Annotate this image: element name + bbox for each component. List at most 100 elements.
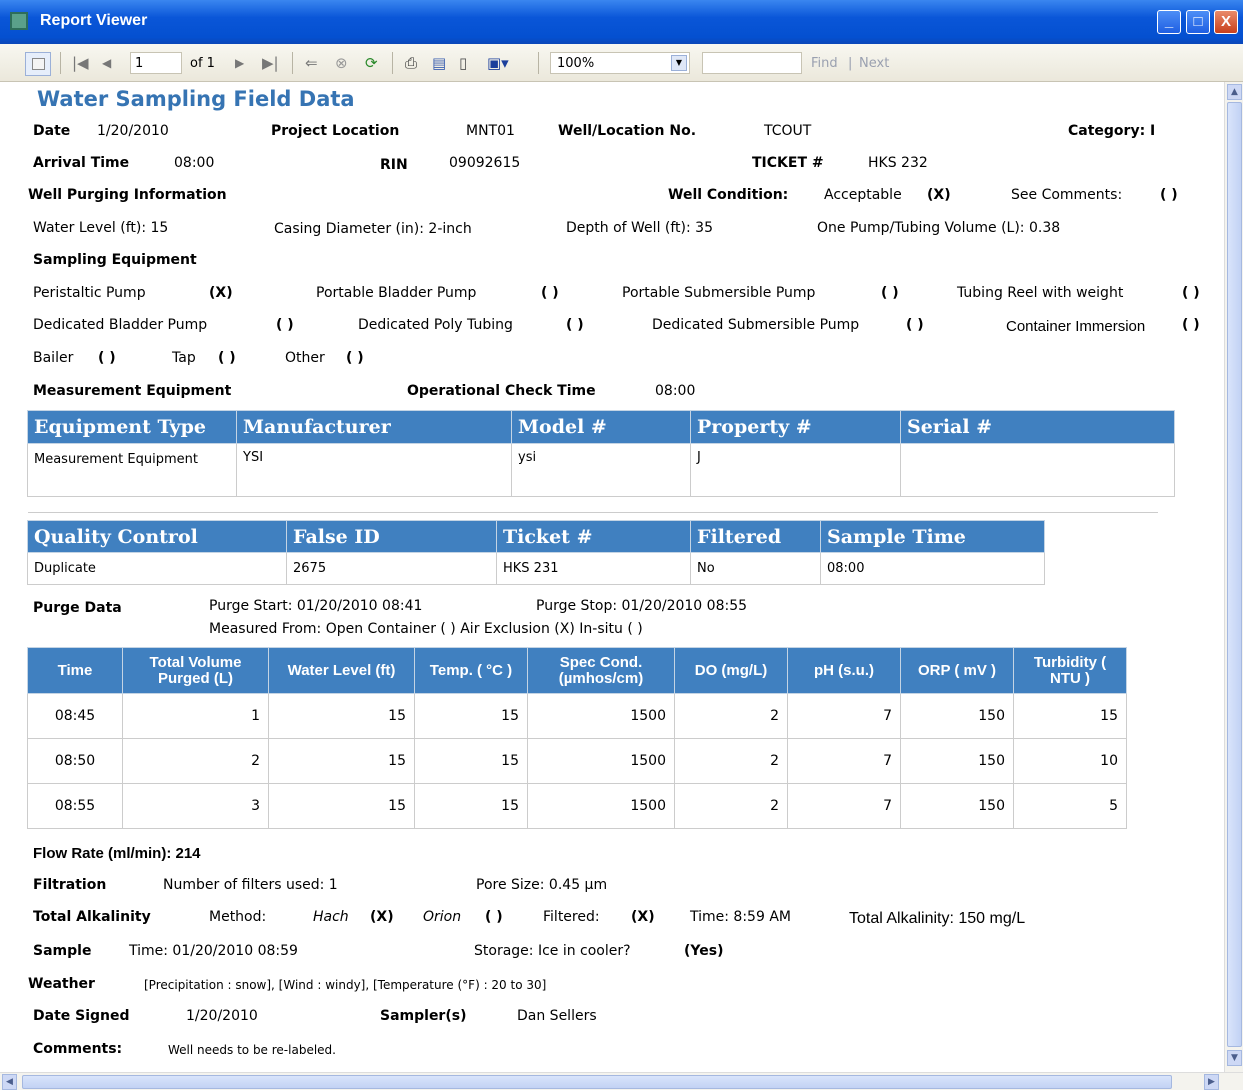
- table-cell: 08:00: [820, 552, 1045, 585]
- equip-peristaltic: Peristaltic Pump: [33, 285, 146, 301]
- table-cell: 3: [122, 783, 269, 829]
- table-row: 08:45 1 15 15 1500 2 7 150 15: [27, 693, 1127, 739]
- stop-icon[interactable]: ⊗: [335, 54, 348, 72]
- equip-other-mark: ( ): [346, 350, 364, 366]
- table-cell: 1: [122, 693, 269, 739]
- table-cell: 15: [268, 738, 415, 784]
- last-page-icon[interactable]: ▶|: [262, 54, 279, 72]
- report-toolbar: |◀ ◀ 1 of 1 ▶ ▶| ⇐ ⊗ ⟳ ⎙ ▤ ▯ ▣▾ 100% ▼ Fi…: [0, 44, 1243, 82]
- next-page-icon[interactable]: ▶: [235, 56, 244, 70]
- table-cell: 15: [414, 738, 528, 784]
- find-link[interactable]: Find: [811, 56, 838, 71]
- comments-label: Comments:: [33, 1041, 123, 1057]
- equip-dedicated-submersible: Dedicated Submersible Pump: [652, 317, 860, 333]
- well-location-label: Well/Location No.: [558, 123, 697, 139]
- table-header: Water Level (ft): [268, 647, 415, 694]
- find-input[interactable]: [702, 52, 802, 74]
- table-cell: HKS 231: [496, 552, 691, 585]
- table-header: Serial #: [900, 410, 1175, 444]
- zoom-select[interactable]: 100% ▼: [550, 52, 690, 74]
- equip-bailer: Bailer: [33, 350, 74, 366]
- alkalinity-time: Time: 8:59 AM: [690, 909, 791, 925]
- horizontal-scrollbar[interactable]: ◀ ▶: [0, 1072, 1243, 1090]
- pore-size: Pore Size: 0.45 µm: [476, 877, 608, 893]
- table-header: False ID: [286, 520, 497, 553]
- table-cell: 5: [1013, 783, 1127, 829]
- next-link[interactable]: Next: [859, 56, 889, 71]
- scroll-right-icon[interactable]: ▶: [1204, 1074, 1219, 1090]
- page-number-input[interactable]: 1: [130, 52, 182, 74]
- maximize-button[interactable]: □: [1186, 10, 1210, 34]
- window-titlebar: Report Viewer _ □ X: [0, 0, 1243, 44]
- document-map-icon: [32, 58, 45, 70]
- table-header: Filtered: [690, 520, 821, 553]
- table-header: Total Volume Purged (L): [122, 647, 269, 694]
- horizontal-scroll-thumb[interactable]: [22, 1075, 1172, 1089]
- alkalinity-method-label: Method:: [209, 909, 267, 925]
- alkalinity-label: Total Alkalinity: [33, 909, 151, 925]
- date-label: Date: [33, 123, 71, 139]
- equip-container-immersion-mark: ( ): [1182, 317, 1200, 333]
- comments-value: Well needs to be re-labeled.: [168, 1043, 336, 1057]
- print-layout-icon[interactable]: ▤: [432, 54, 446, 72]
- equip-tap: Tap: [172, 350, 196, 366]
- vertical-scroll-thumb[interactable]: [1227, 102, 1242, 1047]
- sample-time: Time: 01/20/2010 08:59: [129, 943, 298, 959]
- report-title: Water Sampling Field Data: [37, 87, 355, 111]
- alkalinity-orion-mark: ( ): [485, 909, 503, 925]
- table-cell: 08:55: [27, 783, 123, 829]
- ticket-label: TICKET #: [752, 155, 824, 171]
- table-cell: 2: [674, 693, 788, 739]
- weather-label: Weather: [28, 976, 95, 992]
- table-cell: 7: [787, 738, 901, 784]
- page-setup-icon[interactable]: ▯: [459, 54, 467, 72]
- close-button[interactable]: X: [1214, 10, 1238, 34]
- purge-start: Purge Start: 01/20/2010 08:41: [209, 598, 423, 614]
- toggle-sidebar-button[interactable]: [25, 52, 51, 76]
- casing-diameter: Casing Diameter (in): 2-inch: [274, 221, 472, 237]
- filters-used: Number of filters used: 1: [163, 877, 338, 893]
- storage-label: Storage: Ice in cooler?: [474, 943, 631, 959]
- samplers-value: Dan Sellers: [517, 1008, 597, 1024]
- equip-portable-bladder: Portable Bladder Pump: [316, 285, 477, 301]
- purge-stop: Purge Stop: 01/20/2010 08:55: [536, 598, 748, 614]
- pump-volume: One Pump/Tubing Volume (L): 0.38: [817, 220, 1061, 236]
- table-cell: 7: [787, 783, 901, 829]
- table-cell: Measurement Equipment: [27, 443, 237, 497]
- scroll-up-icon[interactable]: ▲: [1227, 84, 1242, 100]
- samplers-label: Sampler(s): [380, 1008, 467, 1024]
- back-icon[interactable]: ⇐: [305, 54, 318, 72]
- scroll-down-icon[interactable]: ▼: [1227, 1050, 1242, 1066]
- page-count: of 1: [190, 56, 215, 71]
- minimize-button[interactable]: _: [1157, 10, 1181, 34]
- previous-page-icon[interactable]: ◀: [102, 56, 111, 70]
- well-location-value: TCOUT: [764, 123, 812, 139]
- scroll-left-icon[interactable]: ◀: [2, 1074, 17, 1090]
- table-cell: [900, 443, 1175, 497]
- equip-dedicated-bladder: Dedicated Bladder Pump: [33, 317, 208, 333]
- project-location-label: Project Location: [271, 123, 400, 139]
- well-condition-mark: (X): [927, 187, 951, 203]
- table-header: Ticket #: [496, 520, 691, 553]
- table-cell: 1500: [527, 693, 675, 739]
- alkalinity-filtered-label: Filtered:: [543, 909, 600, 925]
- well-condition-label: Well Condition:: [668, 187, 789, 203]
- flow-rate: Flow Rate (ml/min): 214: [33, 845, 201, 862]
- table-cell: Duplicate: [27, 552, 287, 585]
- print-icon[interactable]: ⎙: [405, 54, 417, 72]
- table-header: Quality Control: [27, 520, 287, 553]
- rin-label: RIN: [380, 157, 408, 173]
- table-cell: YSI: [236, 443, 512, 497]
- arrival-time-label: Arrival Time: [33, 155, 130, 171]
- first-page-icon[interactable]: |◀: [72, 54, 89, 72]
- table-cell: No: [690, 552, 821, 585]
- chevron-down-icon[interactable]: ▼: [671, 55, 687, 71]
- refresh-icon[interactable]: ⟳: [365, 54, 378, 72]
- table-cell: 2: [674, 783, 788, 829]
- equip-dedicated-poly: Dedicated Poly Tubing: [358, 317, 513, 333]
- export-save-icon[interactable]: ▣▾: [487, 54, 509, 72]
- vertical-scrollbar[interactable]: ▲ ▼: [1224, 82, 1243, 1072]
- depth-of-well: Depth of Well (ft): 35: [566, 220, 713, 236]
- measured-from: Measured From: Open Container ( ) Air Ex…: [209, 621, 643, 637]
- equip-tubing-reel: Tubing Reel with weight: [957, 285, 1124, 301]
